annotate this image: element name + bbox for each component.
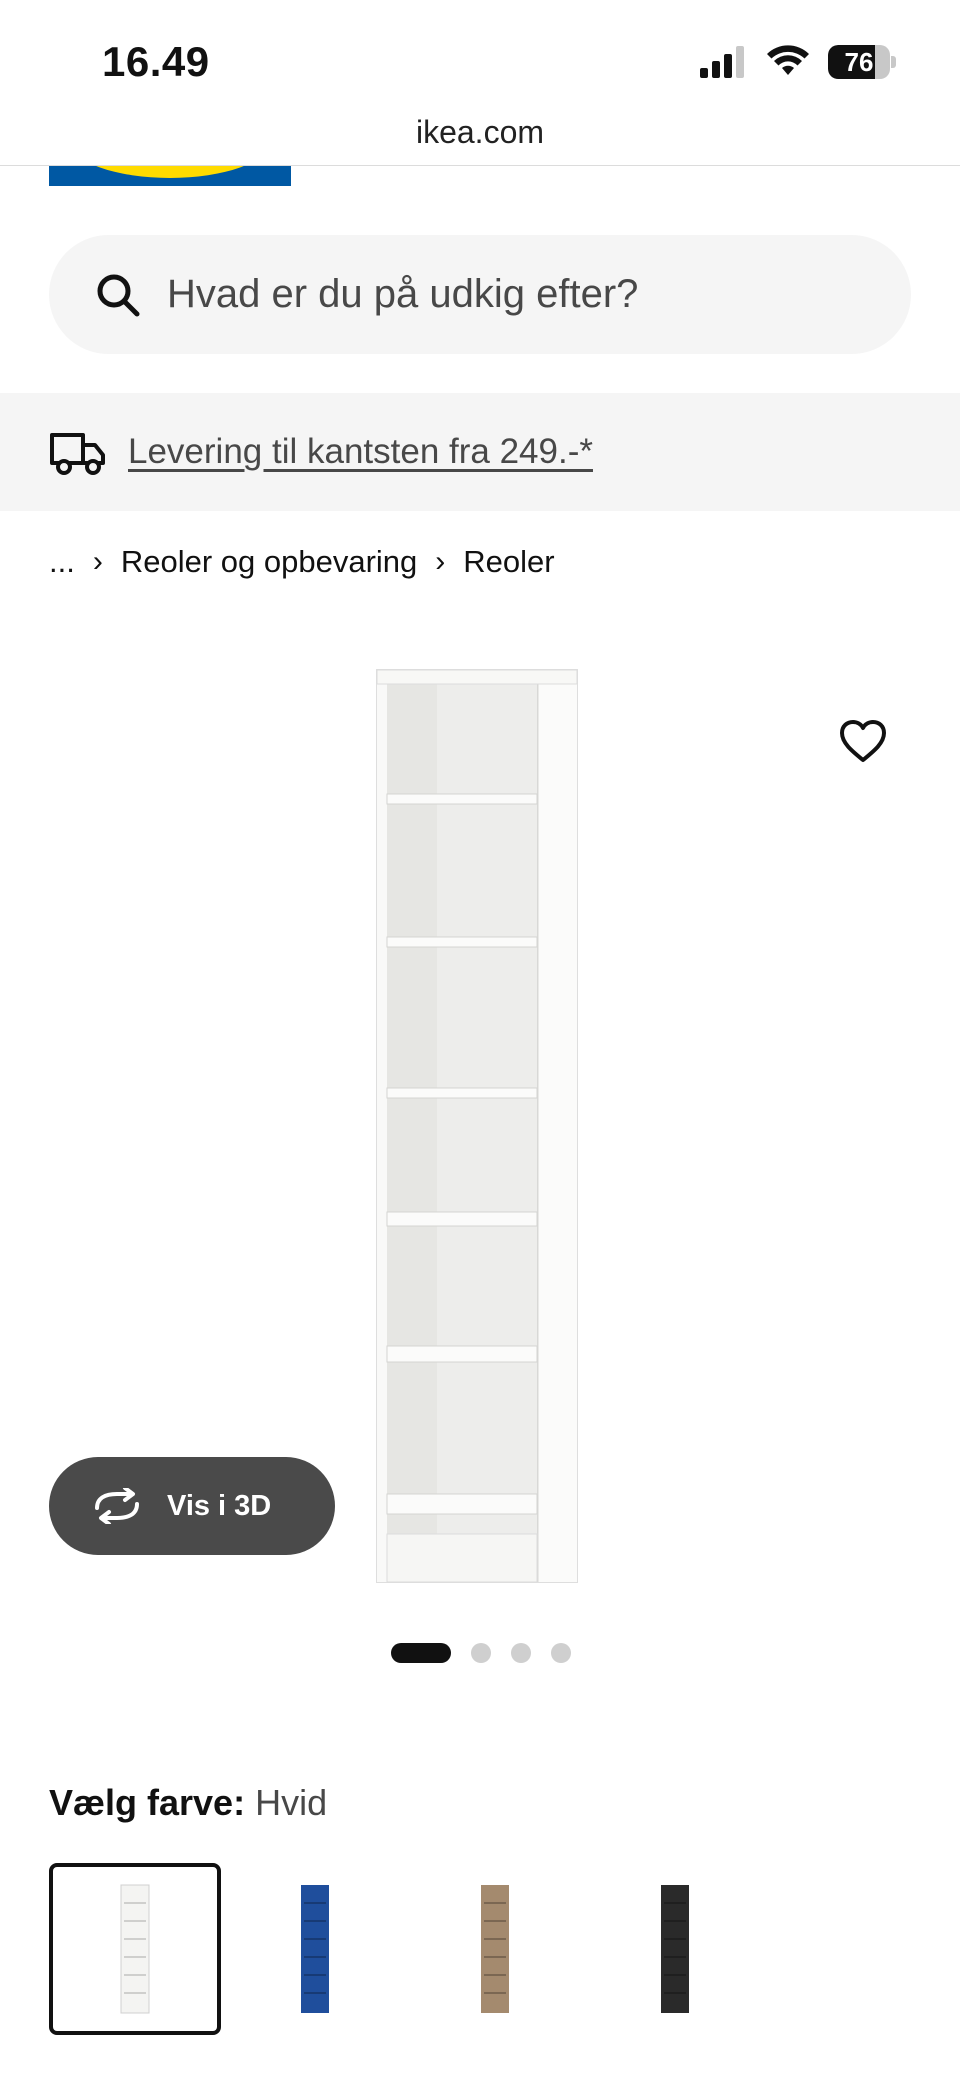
carousel-dot[interactable] bbox=[511, 1643, 531, 1663]
breadcrumb-item-bookcases[interactable]: Reoler bbox=[463, 544, 554, 580]
delivery-link[interactable]: Levering til kantsten fra 249.-* bbox=[128, 393, 593, 511]
swatch-thumbnail bbox=[301, 1885, 329, 2013]
search-input[interactable]: Hvad er du på udkig efter? bbox=[49, 235, 911, 354]
swatch-thumbnail bbox=[120, 1884, 150, 2014]
swatch-thumbnail bbox=[661, 1885, 689, 2013]
carousel-dot[interactable] bbox=[471, 1643, 491, 1663]
carousel-dot[interactable] bbox=[391, 1643, 451, 1663]
view-in-3d-button[interactable]: Vis i 3D bbox=[49, 1457, 335, 1555]
browser-url-bar[interactable]: ikea.com bbox=[0, 110, 960, 166]
breadcrumb: ... › Reoler og opbevaring › Reoler bbox=[49, 540, 555, 584]
color-swatch[interactable] bbox=[589, 1863, 761, 2035]
search-placeholder: Hvad er du på udkig efter? bbox=[167, 272, 639, 316]
battery-icon: 76 bbox=[828, 45, 896, 79]
product-image bbox=[376, 669, 578, 1583]
delivery-banner: Levering til kantsten fra 249.-* bbox=[0, 393, 960, 511]
color-picker-heading: Vælg farve: Hvid bbox=[49, 1782, 327, 1824]
battery-level: 76 bbox=[844, 47, 874, 77]
color-swatch[interactable] bbox=[49, 1863, 221, 2035]
color-swatch[interactable] bbox=[409, 1863, 581, 2035]
view-in-3d-label: Vis i 3D bbox=[167, 1490, 272, 1522]
carousel-dots bbox=[391, 1643, 571, 1663]
breadcrumb-item-storage[interactable]: Reoler og opbevaring bbox=[121, 544, 417, 580]
status-bar: 16.49 76 bbox=[0, 0, 960, 110]
breadcrumb-ellipsis[interactable]: ... bbox=[49, 544, 75, 580]
color-swatches bbox=[49, 1863, 761, 2035]
search-icon bbox=[97, 274, 140, 317]
rotate-3d-icon bbox=[95, 1488, 139, 1524]
color-selected-value: Hvid bbox=[255, 1782, 328, 1823]
chevron-right-icon: › bbox=[92, 545, 103, 578]
carousel-dot[interactable] bbox=[551, 1643, 571, 1663]
color-swatch[interactable] bbox=[229, 1863, 401, 2035]
swatch-thumbnail bbox=[481, 1885, 509, 2013]
color-label: Vælg farve: bbox=[49, 1782, 246, 1823]
cellular-signal-icon bbox=[700, 46, 744, 78]
wifi-icon bbox=[767, 45, 809, 75]
truck-icon bbox=[50, 433, 105, 475]
status-icons: 76 bbox=[700, 44, 896, 80]
url-text: ikea.com bbox=[415, 114, 545, 150]
chevron-right-icon: › bbox=[435, 545, 446, 578]
status-time: 16.49 bbox=[102, 38, 210, 85]
heart-icon[interactable] bbox=[838, 718, 888, 764]
ikea-logo[interactable] bbox=[49, 166, 291, 186]
